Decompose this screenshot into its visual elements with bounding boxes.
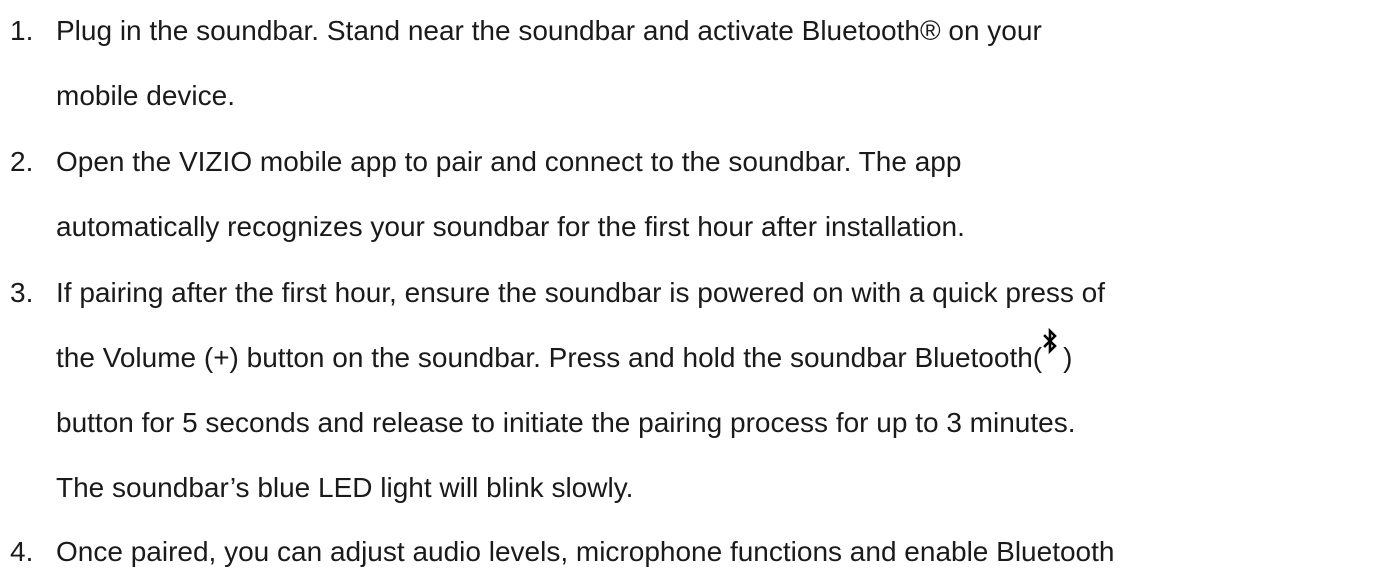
step-text: Plug in the soundbar. Stand near the sou… xyxy=(56,15,1042,46)
step-text: The soundbar’s blue LED light will blink… xyxy=(56,472,634,503)
step-text: the Volume (+) button on the soundbar. P… xyxy=(56,342,1043,373)
step-number: 2. xyxy=(10,146,34,177)
bluetooth-icon xyxy=(1043,327,1057,357)
step-text: Open the VIZIO mobile app to pair and co… xyxy=(56,146,962,177)
step-text-with-icon: the Volume (+) button on the soundbar. P… xyxy=(56,327,1073,375)
step-number: 3. xyxy=(10,277,34,308)
step-text: button for 5 seconds and release to init… xyxy=(56,407,1076,438)
step-text: Once paired, you can adjust audio levels… xyxy=(56,536,1115,567)
step-text: mobile device. xyxy=(56,80,235,111)
step-text: automatically recognizes your soundbar f… xyxy=(56,211,965,242)
step-number: 4. xyxy=(10,536,34,567)
step-text: ) xyxy=(1063,342,1073,373)
step-text: If pairing after the first hour, ensure … xyxy=(56,277,1106,308)
step-number: 1. xyxy=(10,15,34,46)
instructions-document: 1. Plug in the soundbar. Stand near the … xyxy=(0,0,1383,567)
